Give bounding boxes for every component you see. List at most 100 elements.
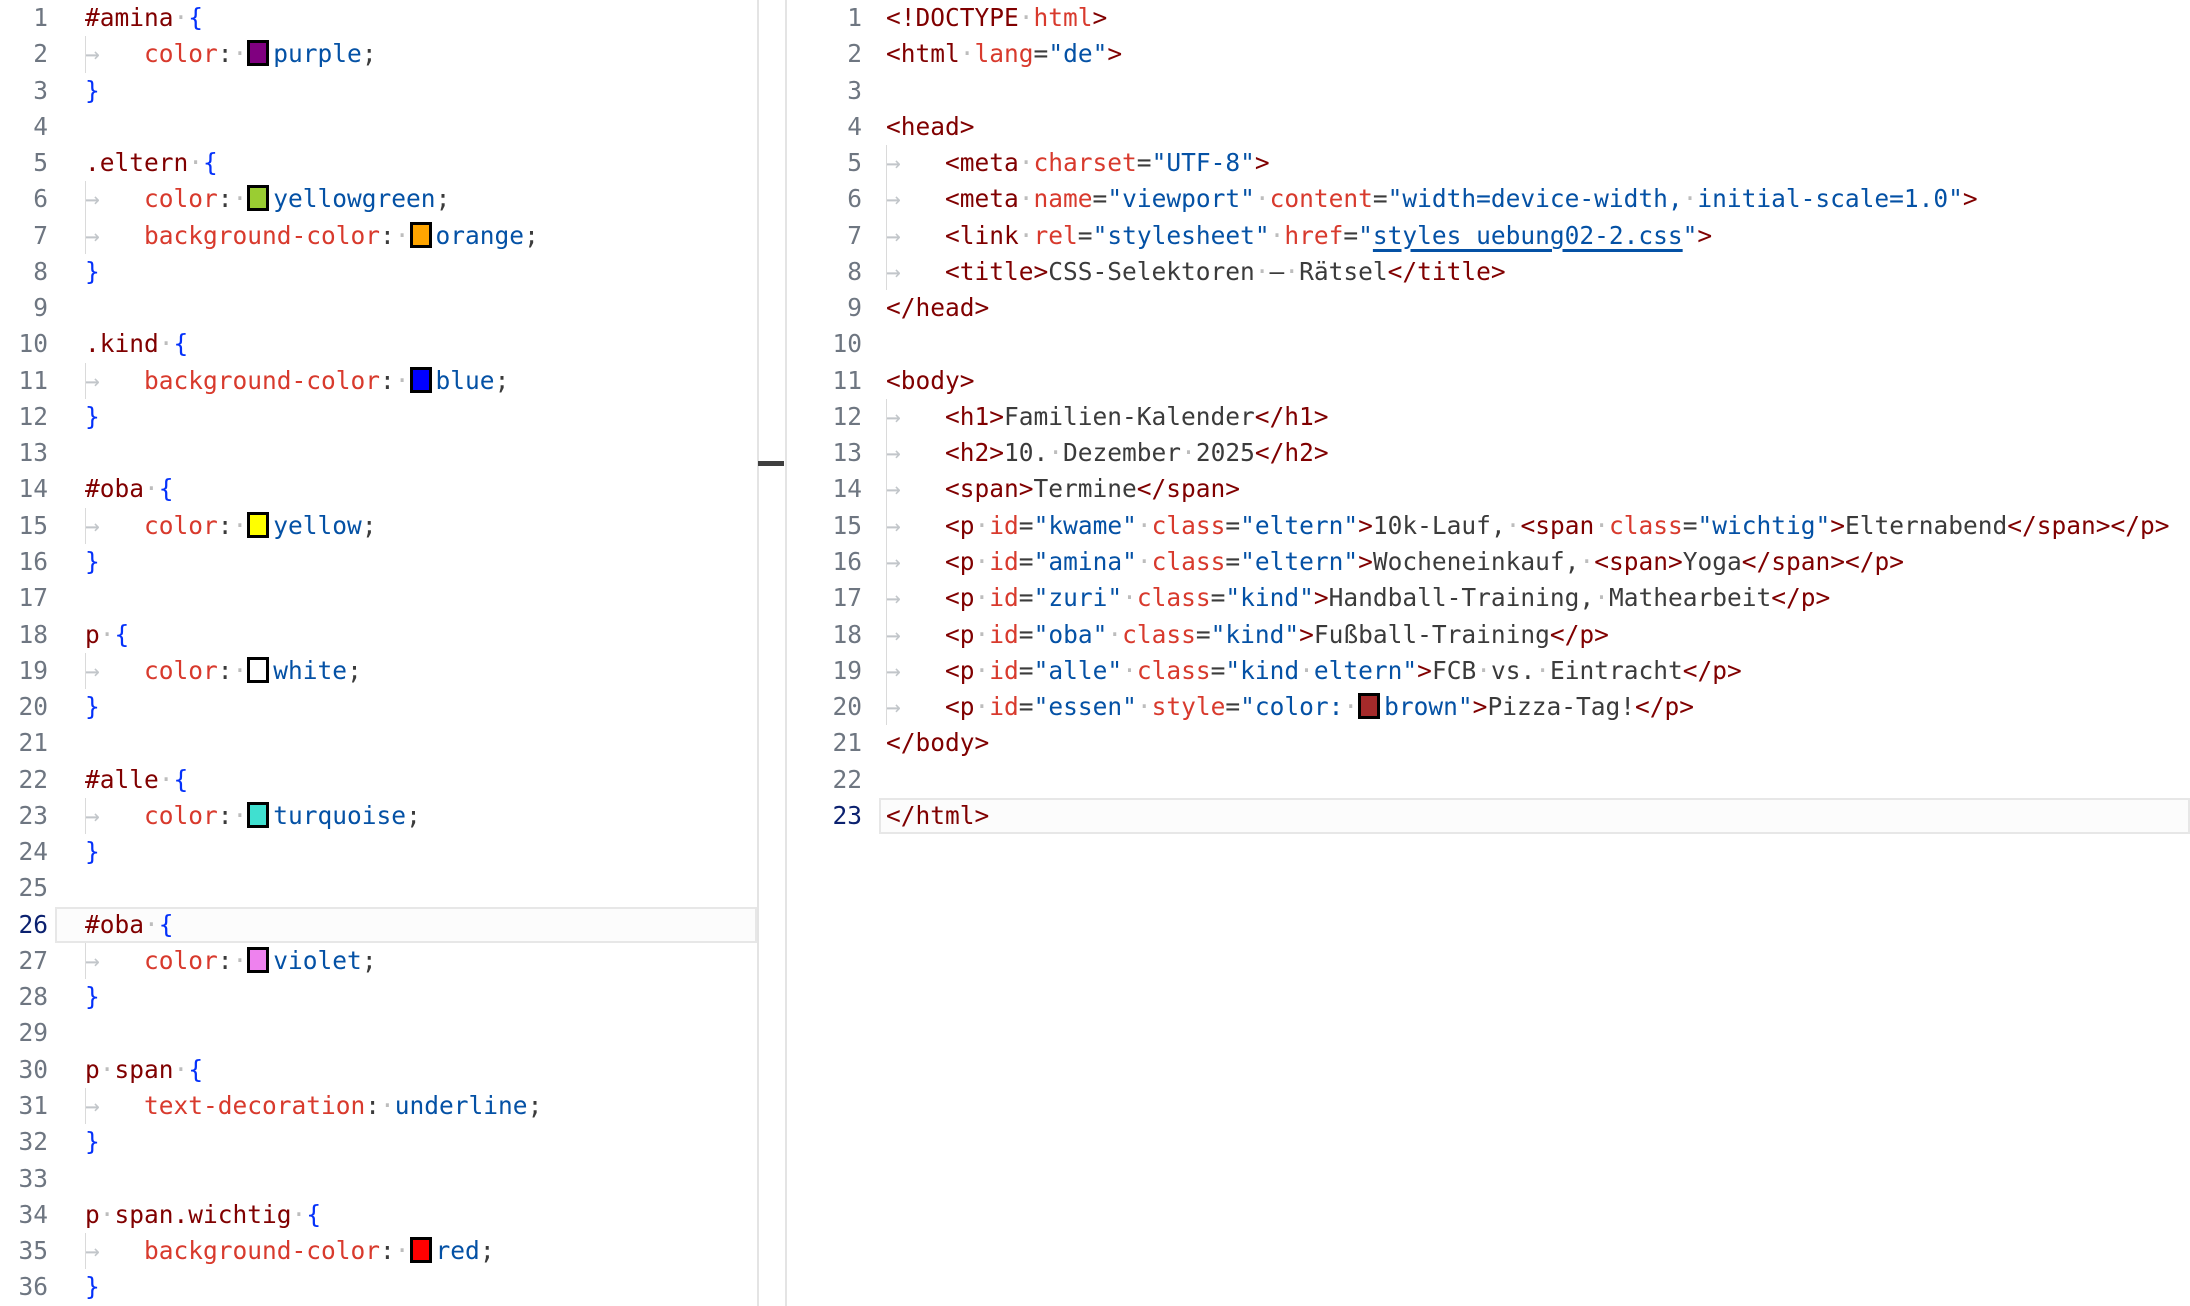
line-number[interactable]: 16: [786, 544, 862, 580]
code-line[interactable]: 12}: [0, 399, 757, 435]
code-line[interactable]: 25: [0, 870, 757, 906]
line-content[interactable]: #amina·{: [55, 0, 757, 36]
line-content[interactable]: →background-color:·blue;: [55, 363, 757, 399]
line-content[interactable]: →<meta·name="viewport"·content="width=de…: [879, 181, 2190, 217]
line-content[interactable]: }: [55, 254, 757, 290]
line-number[interactable]: 14: [0, 471, 48, 507]
code-line[interactable]: 11→background-color:·blue;: [0, 363, 757, 399]
line-content[interactable]: <body>: [879, 363, 2190, 399]
line-number[interactable]: 16: [0, 544, 48, 580]
code-line[interactable]: 36}: [0, 1269, 757, 1305]
line-content[interactable]: #oba·{: [55, 471, 757, 507]
code-line[interactable]: 22#alle·{: [0, 762, 757, 798]
line-content[interactable]: p·span·{: [55, 1052, 757, 1088]
line-content[interactable]: <!DOCTYPE·html>: [879, 0, 2190, 36]
line-number[interactable]: 21: [786, 725, 862, 761]
code-line[interactable]: 14→<span>Termine</span>: [786, 471, 2190, 507]
line-content[interactable]: }: [55, 834, 757, 870]
code-line[interactable]: 18→<p·id="oba"·class="kind">Fußball-Trai…: [786, 617, 2190, 653]
code-line[interactable]: 19→color:·white;: [0, 653, 757, 689]
line-number[interactable]: 22: [0, 762, 48, 798]
code-line[interactable]: 6 →<meta·name="viewport"·content="width=d…: [786, 181, 2190, 217]
line-number[interactable]: 28: [0, 979, 48, 1015]
code-line[interactable]: 5→<meta·charset="UTF-8">: [786, 145, 2190, 181]
line-number[interactable]: 15: [786, 508, 862, 544]
code-line[interactable]: 13 →<h2>10.·Dezember·2025</h2>: [786, 435, 2190, 471]
color-swatch[interactable]: [247, 185, 269, 211]
code-line[interactable]: 10: [786, 326, 2190, 362]
code-line[interactable]: 29: [0, 1015, 757, 1051]
line-number[interactable]: 7: [786, 218, 862, 254]
line-number[interactable]: 10: [786, 326, 862, 362]
code-line[interactable]: 28}: [0, 979, 757, 1015]
line-content[interactable]: .kind·{: [55, 326, 757, 362]
line-number[interactable]: 24: [0, 834, 48, 870]
line-content[interactable]: →background-color:·red;: [55, 1233, 757, 1269]
line-content[interactable]: [55, 109, 757, 145]
line-content[interactable]: →<p·id="oba"·class="kind">Fußball-Traini…: [879, 617, 2190, 653]
line-content[interactable]: #alle·{: [55, 762, 757, 798]
line-number[interactable]: 2: [786, 36, 862, 72]
code-line[interactable]: 18p·{: [0, 617, 757, 653]
scrollbar-cursor-marker[interactable]: [758, 461, 784, 466]
line-content[interactable]: →<p·id="alle"·class="kind·eltern">FCB·vs…: [879, 653, 2190, 689]
line-content[interactable]: [879, 326, 2190, 362]
line-content[interactable]: p·span.wichtig·{: [55, 1197, 757, 1233]
code-line[interactable]: 22: [786, 762, 2190, 798]
line-number[interactable]: 10: [0, 326, 48, 362]
line-number[interactable]: 6: [786, 181, 862, 217]
line-number[interactable]: 29: [0, 1015, 48, 1051]
line-number[interactable]: 11: [0, 363, 48, 399]
code-line[interactable]: 23→color:·turquoise;: [0, 798, 757, 834]
color-swatch[interactable]: [247, 512, 269, 538]
line-number[interactable]: 8: [0, 254, 48, 290]
code-line[interactable]: 1<!DOCTYPE·html>: [786, 0, 2190, 36]
line-content[interactable]: →color:·yellow;: [55, 508, 757, 544]
color-swatch[interactable]: [410, 222, 432, 248]
line-number[interactable]: 3: [786, 73, 862, 109]
line-content[interactable]: [55, 725, 757, 761]
line-content[interactable]: →color:·violet;: [55, 943, 757, 979]
editor-scrollbar-track[interactable]: [757, 0, 759, 1306]
code-line[interactable]: 9</head>: [786, 290, 2190, 326]
code-line[interactable]: 2<html·lang="de">: [786, 36, 2190, 72]
line-number[interactable]: 13: [0, 435, 48, 471]
line-number[interactable]: 4: [0, 109, 48, 145]
line-content[interactable]: }: [55, 73, 757, 109]
code-line[interactable]: 17: [0, 580, 757, 616]
line-number[interactable]: 18: [0, 617, 48, 653]
code-line[interactable]: 10.kind·{: [0, 326, 757, 362]
code-line[interactable]: 7→background-color:·orange;: [0, 218, 757, 254]
line-content[interactable]: <head>: [879, 109, 2190, 145]
color-swatch[interactable]: [247, 947, 269, 973]
line-content[interactable]: →<p·id="kwame"·class="eltern">10k-Lauf,·…: [879, 508, 2190, 544]
line-content[interactable]: →color:·turquoise;: [55, 798, 757, 834]
line-number[interactable]: 21: [0, 725, 48, 761]
line-content[interactable]: }: [55, 689, 757, 725]
code-line[interactable]: 5.eltern·{: [0, 145, 757, 181]
code-line[interactable]: 8→<title>CSS-Selektoren·–·Rätsel</title>: [786, 254, 2190, 290]
line-content[interactable]: →color:·yellowgreen;: [55, 181, 757, 217]
line-content[interactable]: }: [55, 1269, 757, 1305]
code-line[interactable]: 3}: [0, 73, 757, 109]
line-content[interactable]: </html>: [879, 798, 2190, 834]
line-content[interactable]: .eltern·{: [55, 145, 757, 181]
line-content[interactable]: →<h2>10.·Dezember·2025</h2>: [879, 435, 2190, 471]
code-line[interactable]: 9: [0, 290, 757, 326]
line-content[interactable]: </body>: [879, 725, 2190, 761]
code-line[interactable]: 1#amina·{: [0, 0, 757, 36]
line-number[interactable]: 14: [786, 471, 862, 507]
line-content[interactable]: }: [55, 544, 757, 580]
code-line[interactable]: 35→background-color:·red;: [0, 1233, 757, 1269]
code-line-active[interactable]: 26#oba·{: [0, 907, 757, 943]
line-number[interactable]: 31: [0, 1088, 48, 1124]
line-content[interactable]: →color:·white;: [55, 653, 757, 689]
line-content[interactable]: [55, 1015, 757, 1051]
line-number[interactable]: 13: [786, 435, 862, 471]
code-line[interactable]: 13: [0, 435, 757, 471]
line-content[interactable]: [55, 580, 757, 616]
css-editor-pane[interactable]: 1#amina·{2→color:·purple;3}45.eltern·{6→…: [0, 0, 757, 1306]
line-content[interactable]: [879, 762, 2190, 798]
color-swatch[interactable]: [410, 1237, 432, 1263]
line-content[interactable]: #oba·{: [55, 907, 757, 943]
